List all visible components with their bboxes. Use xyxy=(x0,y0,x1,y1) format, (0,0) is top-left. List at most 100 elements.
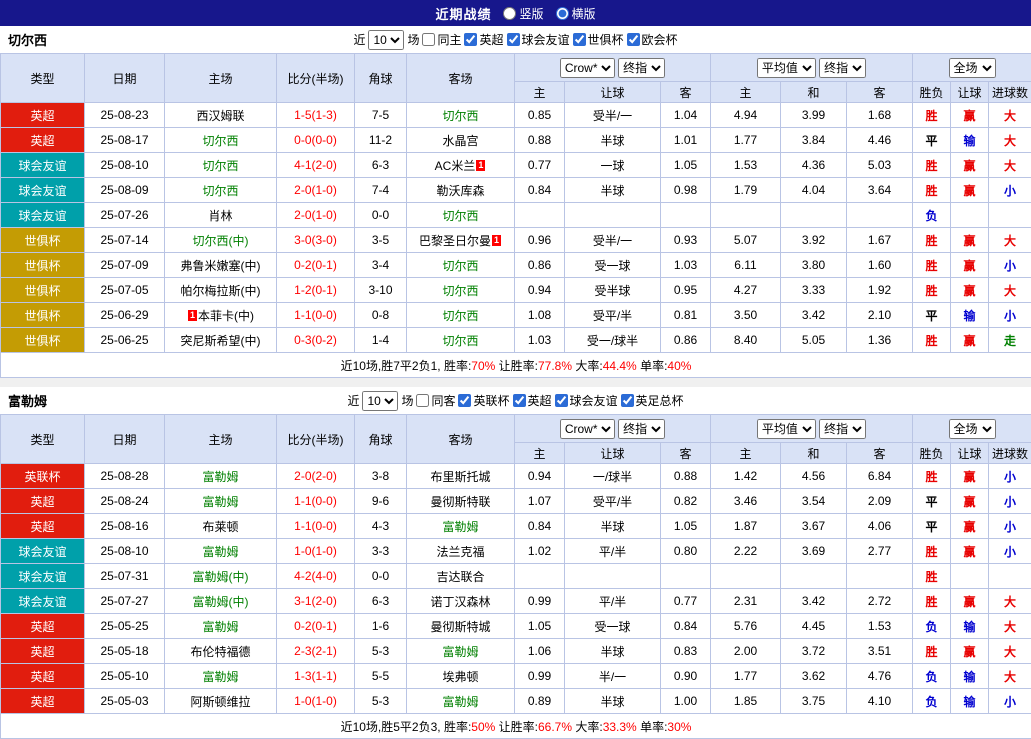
team-link[interactable]: 曼彻斯特联 xyxy=(430,495,490,509)
scope-select[interactable]: 全场 xyxy=(949,419,996,439)
score-link[interactable]: 4-1(2-0) xyxy=(277,153,355,178)
score-link[interactable]: 3-1(2-0) xyxy=(277,589,355,614)
league-filter[interactable]: 球会友谊 xyxy=(555,392,618,409)
avg-stage-select[interactable]: 终指 xyxy=(819,419,866,439)
team-link[interactable]: 法兰克福 xyxy=(436,545,484,559)
team-link[interactable]: 切尔西 xyxy=(202,134,238,148)
league-filter[interactable]: 英超 xyxy=(464,31,503,48)
team-link[interactable]: 诺丁汉森林 xyxy=(430,595,490,609)
league-filter[interactable]: 英联杯 xyxy=(458,392,509,409)
score-link[interactable]: 1-2(0-1) xyxy=(277,278,355,303)
team-link[interactable]: 肖林 xyxy=(208,209,232,223)
score-link[interactable]: 3-0(3-0) xyxy=(277,228,355,253)
league-filter-checkbox[interactable] xyxy=(464,33,477,46)
score-link[interactable]: 1-1(0-0) xyxy=(277,514,355,539)
league-filter[interactable]: 世俱杯 xyxy=(573,31,624,48)
team-link[interactable]: 帕尔梅拉斯(中) xyxy=(181,284,261,298)
team-link[interactable]: 埃弗顿 xyxy=(442,670,478,684)
score-link[interactable]: 0-2(0-1) xyxy=(277,614,355,639)
team-link[interactable]: 切尔西 xyxy=(202,159,238,173)
score-link[interactable]: 2-0(2-0) xyxy=(277,464,355,489)
match-date: 25-07-31 xyxy=(85,564,165,589)
team-link[interactable]: 布莱顿 xyxy=(202,520,238,534)
team-link[interactable]: 切尔西 xyxy=(442,209,478,223)
venue-filter-checkbox[interactable] xyxy=(416,394,429,407)
team-link[interactable]: 富勒姆 xyxy=(202,670,238,684)
home-team-cell: 富勒姆 xyxy=(165,489,277,514)
team-link[interactable]: 勒沃库森 xyxy=(436,184,484,198)
odds-stage-select[interactable]: 终指 xyxy=(618,58,665,78)
avg-source-select[interactable]: 平均值 xyxy=(757,58,816,78)
league-filter-checkbox[interactable] xyxy=(627,33,640,46)
league-filter-checkbox[interactable] xyxy=(621,394,634,407)
league-filter[interactable]: 球会友谊 xyxy=(507,31,570,48)
layout-option-vertical[interactable]: 竖版 xyxy=(503,5,543,22)
score-link[interactable]: 1-1(0-0) xyxy=(277,489,355,514)
league-filter-checkbox[interactable] xyxy=(555,394,568,407)
team-link[interactable]: 富勒姆 xyxy=(442,520,478,534)
recent-count-select[interactable]: 10 xyxy=(368,30,404,50)
team-link[interactable]: 富勒姆 xyxy=(202,495,238,509)
team-link[interactable]: 吉达联合 xyxy=(436,570,484,584)
score-link[interactable]: 2-3(2-1) xyxy=(277,639,355,664)
team-link[interactable]: 布伦特福德 xyxy=(190,645,250,659)
odds-source-select[interactable]: Crow* xyxy=(560,58,615,78)
venue-filter[interactable]: 同主 xyxy=(422,31,461,48)
league-filter[interactable]: 欧会杯 xyxy=(627,31,678,48)
league-filter-checkbox[interactable] xyxy=(573,33,586,46)
team-link[interactable]: 西汉姆联 xyxy=(196,109,244,123)
team-link[interactable]: 阿斯顿维拉 xyxy=(190,695,250,709)
score-link[interactable]: 2-0(1-0) xyxy=(277,203,355,228)
odds-source-select[interactable]: Crow* xyxy=(560,419,615,439)
team-link[interactable]: 布里斯托城 xyxy=(430,470,490,484)
venue-filter-checkbox[interactable] xyxy=(422,33,435,46)
league-filter[interactable]: 英足总杯 xyxy=(621,392,684,409)
score-link[interactable]: 1-0(1-0) xyxy=(277,539,355,564)
summary-segment: 44.4% xyxy=(603,359,637,373)
team-link[interactable]: 切尔西 xyxy=(202,184,238,198)
score-link[interactable]: 0-3(0-2) xyxy=(277,328,355,353)
team-link[interactable]: 富勒姆 xyxy=(202,545,238,559)
layout-radio-vertical[interactable] xyxy=(503,7,516,20)
team-link[interactable]: 切尔西 xyxy=(442,284,478,298)
score-link[interactable]: 2-0(1-0) xyxy=(277,178,355,203)
score-link[interactable]: 0-2(0-1) xyxy=(277,253,355,278)
league-filter-checkbox[interactable] xyxy=(458,394,471,407)
score-link[interactable]: 1-1(0-0) xyxy=(277,303,355,328)
team-link[interactable]: 切尔西 xyxy=(442,259,478,273)
team-link[interactable]: 水晶宫 xyxy=(442,134,478,148)
team-link[interactable]: 富勒姆 xyxy=(202,470,238,484)
team-link[interactable]: 本菲卡(中) xyxy=(198,309,254,323)
team-link[interactable]: 切尔西 xyxy=(442,309,478,323)
score-link[interactable]: 0-0(0-0) xyxy=(277,128,355,153)
league-filter[interactable]: 英超 xyxy=(513,392,552,409)
score-link[interactable]: 1-3(1-1) xyxy=(277,664,355,689)
team-link[interactable]: 切尔西 xyxy=(442,334,478,348)
team-link[interactable]: 曼彻斯特城 xyxy=(430,620,490,634)
team-link[interactable]: AC米兰 xyxy=(435,159,476,173)
team-link[interactable]: 富勒姆 xyxy=(442,695,478,709)
team-link[interactable]: 切尔西 xyxy=(442,109,478,123)
team-link[interactable]: 巴黎圣日尔曼 xyxy=(419,234,491,248)
team-link[interactable]: 富勒姆 xyxy=(442,645,478,659)
scope-select[interactable]: 全场 xyxy=(949,58,996,78)
layout-radio-horizontal[interactable] xyxy=(556,7,569,20)
team-link[interactable]: 富勒姆(中) xyxy=(193,595,249,609)
score-link[interactable]: 1-5(1-3) xyxy=(277,103,355,128)
team-link[interactable]: 切尔西(中) xyxy=(193,234,249,248)
recent-count-select[interactable]: 10 xyxy=(362,391,398,411)
team-link[interactable]: 富勒姆 xyxy=(202,620,238,634)
score-link[interactable]: 1-0(1-0) xyxy=(277,689,355,714)
venue-filter[interactable]: 同客 xyxy=(416,392,455,409)
league-filter-checkbox[interactable] xyxy=(507,33,520,46)
avg-source-select[interactable]: 平均值 xyxy=(757,419,816,439)
handicap-flag: 赢 xyxy=(951,464,989,489)
layout-option-horizontal[interactable]: 横版 xyxy=(556,5,596,22)
team-link[interactable]: 弗鲁米嫩塞(中) xyxy=(181,259,261,273)
avg-stage-select[interactable]: 终指 xyxy=(819,58,866,78)
team-link[interactable]: 突尼斯希望(中) xyxy=(181,334,261,348)
league-filter-checkbox[interactable] xyxy=(513,394,526,407)
odds-stage-select[interactable]: 终指 xyxy=(618,419,665,439)
team-link[interactable]: 富勒姆(中) xyxy=(193,570,249,584)
score-link[interactable]: 4-2(4-0) xyxy=(277,564,355,589)
